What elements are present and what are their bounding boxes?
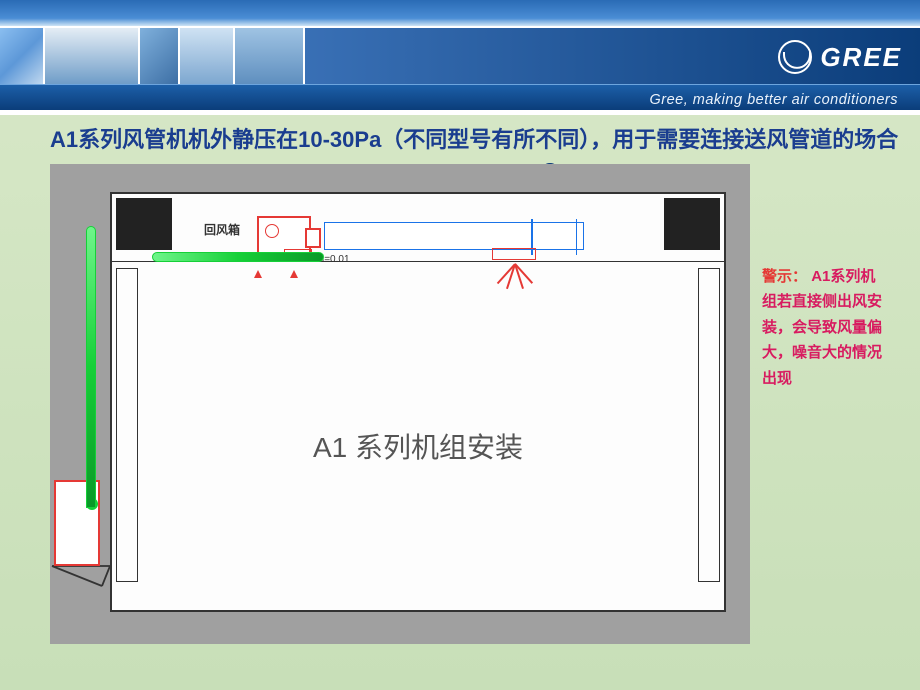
header-thumb (140, 28, 180, 84)
supply-diffuser-icon (492, 248, 536, 260)
drain-slope-label: i=0.01 (322, 254, 350, 265)
indoor-unit-icon (324, 222, 584, 250)
column-icon (698, 268, 720, 582)
hatch-icon (664, 198, 720, 250)
arrow-up-icon (290, 270, 298, 278)
airflow-rays-icon (474, 264, 554, 292)
column-icon (116, 268, 138, 582)
return-box-label: 回风箱 (204, 221, 240, 238)
arrow-up-icon (254, 270, 262, 278)
warning-title: 警示： (762, 268, 807, 285)
page-heading: A1系列风管机机外静压在10-30Pa（不同型号有所不同），用于需要连接送风管道… (50, 125, 900, 156)
header-thumb (235, 28, 305, 84)
tagline-bar: ← Gree, making better air conditioners (0, 84, 920, 110)
installation-diagram: 回风箱 i=0.01 A1 系列机组安装 (50, 164, 750, 644)
mounting-bracket-icon (50, 564, 112, 588)
header-thumb (180, 28, 235, 84)
header-sky-strip (0, 0, 920, 26)
warning-body: A1系列机组若直接侧出风安装，会导致风量偏大，噪音大的情况出现 (762, 268, 882, 387)
brand-header: GREE ← Gree, making better air condition… (0, 0, 920, 115)
diagram-row: 回风箱 i=0.01 A1 系列机组安装 警示： (50, 164, 900, 644)
warning-panel: 警示： A1系列机组若直接侧出风安装，会导致风量偏大，噪音大的情况出现 (762, 164, 882, 392)
gree-logo-icon (778, 40, 812, 74)
refrigerant-pipe-icon (86, 226, 96, 508)
header-thumb (45, 28, 140, 84)
brand-tagline: Gree, making better air conditioners (650, 92, 899, 108)
hatch-icon (116, 198, 172, 250)
header-thumb (0, 28, 45, 84)
content-area: A1系列风管机机外静压在10-30Pa（不同型号有所不同），用于需要连接送风管道… (50, 125, 900, 644)
brand-name: GREE (820, 42, 902, 73)
refrigerant-pipe-icon (152, 252, 324, 262)
brand-logo: GREE (778, 40, 902, 74)
room-outline: 回风箱 i=0.01 A1 系列机组安装 (110, 192, 726, 612)
diagram-title: A1 系列机组安装 (112, 426, 724, 466)
